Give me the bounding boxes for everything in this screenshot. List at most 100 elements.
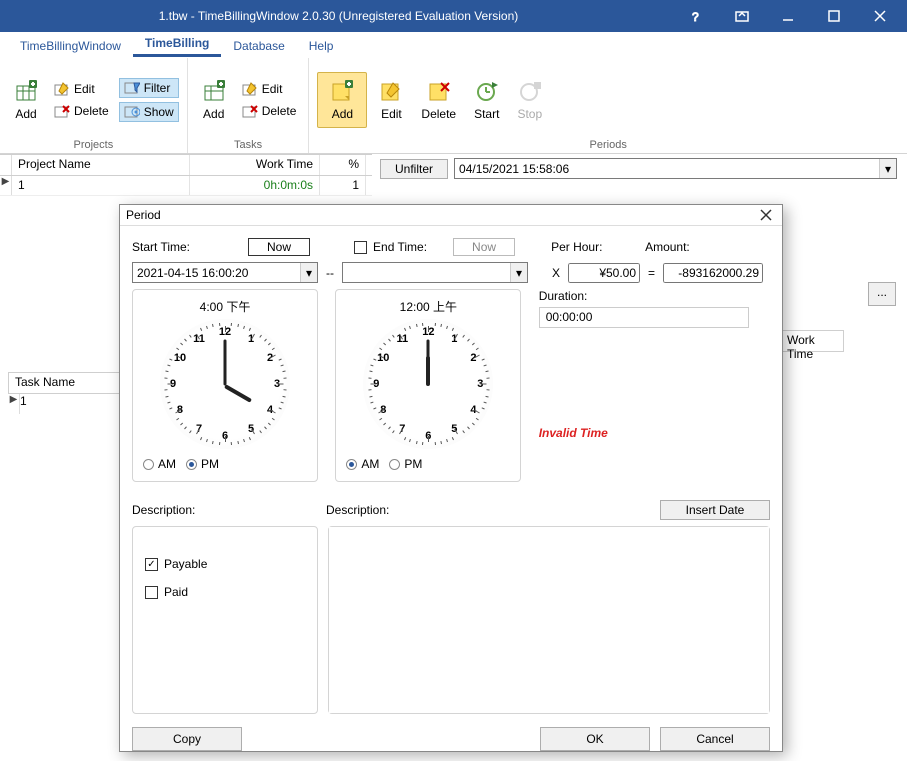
duration-label: Duration:: [539, 289, 757, 303]
description-textarea[interactable]: [329, 527, 769, 713]
tasks-edit-button[interactable]: Edit: [238, 80, 301, 98]
start-clock[interactable]: 123456789101112: [160, 319, 290, 449]
multiply-label: X: [552, 266, 560, 280]
end-now-button[interactable]: Now: [453, 238, 515, 256]
projects-delete-button[interactable]: Delete: [50, 102, 113, 120]
menu-timebilling[interactable]: TimeBilling: [133, 32, 221, 57]
show-icon: [124, 104, 140, 120]
per-hour-input[interactable]: [568, 263, 640, 283]
projects-add-button[interactable]: Add: [8, 77, 44, 123]
project-row[interactable]: ▶ 1 0h:0m:0s 1: [0, 176, 372, 196]
start-pm-radio[interactable]: PM: [186, 457, 219, 471]
end-time-combo[interactable]: ▾: [342, 262, 528, 283]
note-add-icon: [330, 79, 354, 103]
cell-id: 1: [12, 176, 190, 195]
ribbon-group-tasks: Add Edit Delete Tasks: [188, 58, 310, 153]
periods-delete-button[interactable]: Delete: [415, 77, 462, 123]
start-now-button[interactable]: Now: [248, 238, 310, 256]
start-time-input[interactable]: [133, 266, 300, 280]
task-grid-header[interactable]: Task Name: [8, 372, 122, 394]
ok-button[interactable]: OK: [540, 727, 650, 751]
projects-filter-button[interactable]: Filter: [119, 78, 179, 98]
insert-date-button[interactable]: Insert Date: [660, 500, 770, 520]
btn-label: Add: [332, 107, 353, 121]
btn-label: Delete: [262, 104, 297, 118]
tasks-delete-button[interactable]: Delete: [238, 102, 301, 120]
ellipsis-button[interactable]: ...: [868, 282, 896, 306]
dialog-title: Period: [126, 208, 756, 222]
dialog-close-button[interactable]: [756, 205, 776, 225]
payable-checkbox[interactable]: ✓Payable: [145, 557, 305, 571]
description-box: [328, 526, 770, 714]
paid-checkbox[interactable]: Paid: [145, 585, 305, 599]
ribbon-toggle-icon[interactable]: [719, 0, 765, 32]
grid-add-icon: [202, 79, 226, 103]
tasks-add-button[interactable]: Add: [196, 77, 232, 123]
start-clock-box: 4:00 下午 123456789101112 AM PM: [132, 289, 318, 482]
group-label: Projects: [8, 137, 179, 151]
col-work-time[interactable]: Work Time: [190, 155, 320, 175]
col-work-time-right[interactable]: Work Time: [782, 330, 844, 352]
col-project-name[interactable]: Project Name: [12, 155, 190, 175]
copy-button[interactable]: Copy: [132, 727, 242, 751]
periods-start-button[interactable]: Start: [468, 77, 505, 123]
btn-label: Add: [15, 107, 36, 121]
minimize-icon[interactable]: [765, 0, 811, 32]
end-clock[interactable]: 123456789101112: [363, 319, 493, 449]
maximize-icon[interactable]: [811, 0, 857, 32]
periods-edit-button[interactable]: Edit: [373, 77, 409, 123]
menu-timebillingwindow[interactable]: TimeBillingWindow: [8, 35, 133, 57]
period-selector-bar: Unfilter ▾: [372, 154, 907, 183]
ribbon-group-projects: Add Edit Delete Filter Sh: [0, 58, 188, 153]
end-am-radio[interactable]: AM: [346, 457, 379, 471]
unfilter-button[interactable]: Unfilter: [380, 159, 448, 179]
start-time-combo[interactable]: ▾: [132, 262, 318, 283]
grid-add-icon: [14, 79, 38, 103]
end-time-checkbox[interactable]: [354, 241, 367, 254]
periods-add-button[interactable]: Add: [317, 72, 367, 128]
period-combo[interactable]: ▾: [454, 158, 897, 179]
btn-label: Add: [203, 107, 224, 121]
per-hour-label: Per Hour:: [551, 240, 637, 254]
btn-label: Edit: [74, 82, 95, 96]
col-pct[interactable]: %: [320, 155, 366, 175]
amount-input[interactable]: [663, 263, 763, 283]
period-value[interactable]: [455, 162, 879, 176]
menubar: TimeBillingWindow TimeBilling Database H…: [0, 32, 907, 58]
group-label: Tasks: [196, 137, 301, 151]
ribbon-group-periods: Add Edit Delete Start Stop Periods: [309, 58, 907, 153]
end-pm-radio[interactable]: PM: [389, 457, 422, 471]
btn-label: Edit: [262, 82, 283, 96]
periods-stop-button[interactable]: Stop: [511, 77, 548, 123]
task-cell-id: 1: [20, 394, 120, 414]
start-am-radio[interactable]: AM: [143, 457, 176, 471]
chevron-down-icon[interactable]: ▾: [879, 159, 896, 178]
end-time-input[interactable]: [343, 266, 510, 280]
period-dialog: Period Start Time: Now End Time: Now Per…: [119, 204, 783, 752]
projects-edit-button[interactable]: Edit: [50, 80, 113, 98]
menu-help[interactable]: Help: [297, 35, 346, 57]
clock1-label: 4:00 下午: [139, 296, 311, 319]
help-icon[interactable]: ?: [673, 0, 719, 32]
grid-edit-icon: [54, 81, 70, 97]
desc-label-left: Description:: [132, 503, 326, 517]
task-row[interactable]: ▶ 1: [8, 394, 120, 414]
chevron-down-icon[interactable]: ▾: [510, 263, 527, 282]
cancel-button[interactable]: Cancel: [660, 727, 770, 751]
menu-database[interactable]: Database: [221, 35, 296, 57]
grid-delete-icon: [242, 103, 258, 119]
projects-show-button[interactable]: Show: [119, 102, 179, 122]
end-time-label: End Time:: [373, 240, 427, 254]
cell-worktime: 0h:0m:0s: [190, 176, 320, 195]
dialog-buttons: Copy OK Cancel: [120, 726, 782, 751]
btn-label: Delete: [74, 104, 109, 118]
btn-label: Edit: [381, 107, 402, 121]
invalid-time-label: Invalid Time: [539, 426, 757, 440]
row-indicator-icon: ▶: [8, 394, 20, 414]
chevron-down-icon[interactable]: ▾: [300, 263, 317, 282]
btn-label: Filter: [144, 81, 171, 95]
dialog-titlebar: Period: [120, 205, 782, 226]
titlebar: 1.tbw - TimeBillingWindow 2.0.30 (Unregi…: [0, 0, 907, 32]
close-icon[interactable]: [857, 0, 903, 32]
btn-label: Show: [144, 105, 174, 119]
